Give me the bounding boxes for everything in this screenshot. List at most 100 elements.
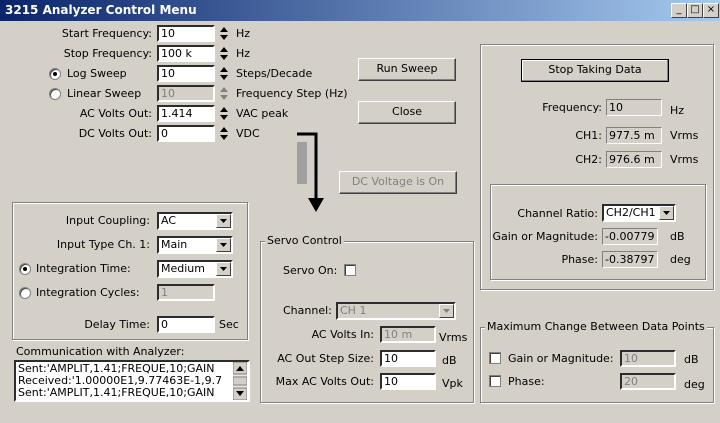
servo-channel-label: Channel: xyxy=(283,304,332,317)
start-frequency-unit: Hz xyxy=(236,27,251,40)
frequency-readout-label: Frequency: xyxy=(542,101,602,114)
input-type-label: Input Type Ch. 1: xyxy=(56,238,150,251)
frequency-step-unit: Frequency Step (Hz) xyxy=(236,87,348,100)
phase-label: Phase: xyxy=(561,253,598,266)
steps-per-decade-unit: Steps/Decade xyxy=(236,67,313,80)
phase-readout: -0.38797 xyxy=(602,251,658,268)
input-coupling-label: Input Coupling: xyxy=(65,214,150,227)
minimize-button[interactable]: _ xyxy=(671,3,687,18)
servo-channel-select[interactable]: CH 1 xyxy=(336,302,456,320)
stop-frequency-input[interactable]: 100 k xyxy=(157,45,215,62)
window-title: 3215 Analyzer Control Menu xyxy=(5,3,197,17)
title-bar: 3215 Analyzer Control Menu _ □ × xyxy=(0,0,720,21)
max-change-gain-unit: dB xyxy=(684,353,699,366)
integration-cycles-radio[interactable] xyxy=(19,287,31,299)
frequency-readout-unit: Hz xyxy=(670,104,685,117)
frequency-step-spinner[interactable] xyxy=(218,85,230,102)
integration-cycles-label: Integration Cycles: xyxy=(36,286,140,299)
phase-unit: deg xyxy=(670,253,691,266)
frequency-readout: 10 xyxy=(606,99,662,116)
ac-volts-out-label: AC Volts Out: xyxy=(79,107,152,120)
close-window-button[interactable]: × xyxy=(703,3,719,18)
max-change-gain-checkbox[interactable] xyxy=(489,352,501,364)
input-coupling-select[interactable]: AC xyxy=(157,212,233,230)
servo-on-label: Servo On: xyxy=(283,264,338,277)
max-change-gain-input[interactable]: 10 xyxy=(620,350,676,367)
delay-time-label: Delay Time: xyxy=(84,318,150,331)
maximize-button[interactable]: □ xyxy=(687,3,703,18)
log-sweep-label: Log Sweep xyxy=(67,67,127,80)
steps-per-decade-input[interactable]: 10 xyxy=(157,65,215,82)
ac-out-step-size-label: AC Out Step Size: xyxy=(277,352,374,365)
max-change-phase-input[interactable]: 20 xyxy=(620,373,676,390)
start-frequency-label: Start Frequency: xyxy=(61,27,152,40)
ch1-readout-label: CH1: xyxy=(575,129,602,142)
linear-sweep-radio[interactable] xyxy=(49,88,61,100)
dc-volts-out-input[interactable]: 0 xyxy=(157,125,215,142)
run-sweep-button[interactable]: Run Sweep xyxy=(358,58,456,81)
dc-voltage-on-button[interactable]: DC Voltage is On xyxy=(339,171,457,194)
ch1-readout-unit: Vrms xyxy=(670,129,699,142)
input-type-select[interactable]: Main xyxy=(157,236,233,254)
chevron-down-icon[interactable] xyxy=(216,262,231,276)
stop-frequency-label: Stop Frequency: xyxy=(63,47,152,60)
communication-label: Communication with Analyzer: xyxy=(16,345,185,358)
start-frequency-input[interactable]: 10 xyxy=(157,25,215,42)
ac-volts-out-input[interactable]: 1.414 xyxy=(157,105,215,122)
channel-ratio-value: CH2/CH1 xyxy=(606,206,656,219)
log-scrollbar[interactable] xyxy=(232,361,248,401)
linear-sweep-label: Linear Sweep xyxy=(67,87,142,100)
input-type-value: Main xyxy=(161,238,188,251)
close-button[interactable]: Close xyxy=(358,101,456,124)
max-change-group xyxy=(480,327,714,403)
delay-time-unit: Sec xyxy=(219,318,239,331)
ac-out-step-size-input[interactable]: 10 xyxy=(380,350,436,367)
steps-per-decade-spinner[interactable] xyxy=(218,65,230,82)
stop-frequency-spinner[interactable] xyxy=(218,45,230,62)
ac-volts-in-label: AC Volts In: xyxy=(311,328,374,341)
ac-out-step-size-unit: dB xyxy=(442,354,457,367)
ch1-readout: 977.5 m xyxy=(606,127,662,144)
integration-time-radio[interactable] xyxy=(19,263,31,275)
log-sweep-radio[interactable] xyxy=(49,68,61,80)
ac-volts-out-unit: VAC peak xyxy=(236,107,289,120)
max-ac-volts-out-input[interactable]: 10 xyxy=(380,373,436,390)
chevron-down-icon[interactable] xyxy=(659,206,674,220)
max-ac-volts-out-label: Max AC Volts Out: xyxy=(275,375,374,388)
max-change-phase-unit: deg xyxy=(684,378,705,391)
integration-time-label: Integration Time: xyxy=(36,262,131,275)
arrow-icon xyxy=(297,120,327,215)
servo-on-checkbox[interactable] xyxy=(344,264,356,276)
communication-log[interactable]: Sent:'AMPLIT,1.41;FREQUE,10;GAIN Receive… xyxy=(14,360,250,402)
max-change-phase-checkbox[interactable] xyxy=(489,375,501,387)
gain-magnitude-label: Gain or Magnitude: xyxy=(492,230,598,243)
frequency-step-input[interactable]: 10 xyxy=(157,85,215,102)
max-ac-volts-out-unit: Vpk xyxy=(442,377,463,390)
chevron-down-icon[interactable] xyxy=(216,238,231,252)
ch2-readout: 976.6 m xyxy=(606,151,662,168)
max-change-phase-label: Phase: xyxy=(508,375,545,388)
channel-ratio-select[interactable]: CH2/CH1 xyxy=(602,204,676,222)
start-frequency-spinner[interactable] xyxy=(218,25,230,42)
stop-taking-data-button[interactable]: Stop Taking Data xyxy=(521,59,669,82)
dc-volts-out-unit: VDC xyxy=(236,127,260,140)
servo-control-title: Servo Control xyxy=(265,234,344,247)
max-change-title: Maximum Change Between Data Points xyxy=(485,320,707,333)
log-line: Sent:'AMPLIT,1.41;FREQUE,10;GAIN xyxy=(18,386,215,399)
integration-cycles-input[interactable]: 1 xyxy=(157,284,215,301)
dc-volts-out-spinner[interactable] xyxy=(218,125,230,142)
ch2-readout-unit: Vrms xyxy=(670,153,699,166)
channel-ratio-label: Channel Ratio: xyxy=(517,207,598,220)
gain-magnitude-readout: -0.00779 xyxy=(602,228,658,245)
dc-volts-out-label: DC Volts Out: xyxy=(78,127,152,140)
stop-frequency-unit: Hz xyxy=(236,47,251,60)
ac-volts-in-unit: Vrms xyxy=(439,331,468,344)
analyzer-window: 3215 Analyzer Control Menu _ □ × Start F… xyxy=(0,0,720,423)
delay-time-input[interactable]: 0 xyxy=(157,316,215,333)
integration-time-select[interactable]: Medium xyxy=(157,260,233,278)
chevron-down-icon[interactable] xyxy=(216,214,231,228)
chevron-down-icon[interactable] xyxy=(439,304,454,318)
max-change-gain-label: Gain or Magnitude: xyxy=(508,352,614,365)
ac-volts-out-spinner[interactable] xyxy=(218,105,230,122)
servo-channel-value: CH 1 xyxy=(340,304,367,317)
